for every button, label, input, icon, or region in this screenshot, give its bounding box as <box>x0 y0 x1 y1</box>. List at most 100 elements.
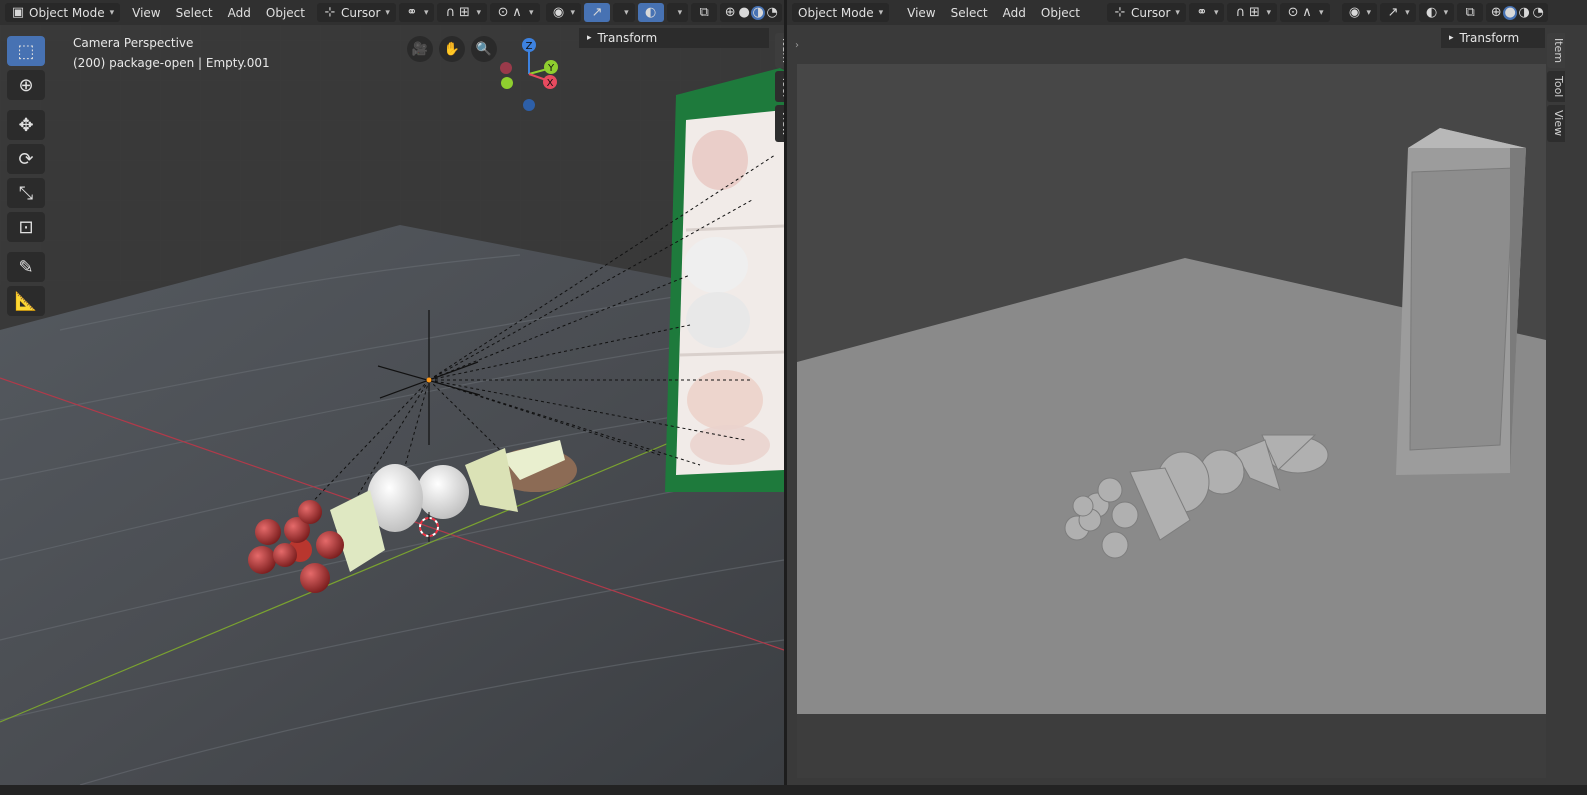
snap-button[interactable]: ∩ ⊞ ▾ <box>1227 3 1278 22</box>
navigation-buttons: 🎥 ✋ 🔍 <box>407 36 497 62</box>
overlay-icon: ◐ <box>1425 4 1438 20</box>
measure-tool[interactable]: 📐 <box>7 286 45 316</box>
shading-mode-group[interactable]: ⊕ ● ◑ ◔ <box>1486 3 1549 22</box>
gizmo-icon: ↗ <box>591 4 603 20</box>
xray-toggle-button[interactable]: ⧉ <box>1457 3 1484 22</box>
rendered-shading-icon[interactable]: ◔ <box>765 5 779 20</box>
wireframe-shading-icon[interactable]: ⊕ <box>1489 5 1503 20</box>
package-box-solid <box>1396 128 1526 475</box>
shading-mode-group[interactable]: ⊕ ● ◑ ◔ <box>720 3 783 22</box>
gizmo-z-label: Z <box>526 41 533 52</box>
overlay-toggle-button[interactable]: ◐ ▾ <box>1418 3 1455 22</box>
pivot-dropdown[interactable]: ⊹ Cursor ▾ <box>316 3 396 22</box>
menu-select[interactable]: Select <box>170 3 219 22</box>
menu-view[interactable]: View <box>126 3 166 22</box>
select-box-tool[interactable]: ⬚ <box>7 36 45 66</box>
status-bar <box>0 785 1587 795</box>
left-viewport-scene <box>0 25 784 785</box>
menu-object[interactable]: Object <box>260 3 311 22</box>
move-tool[interactable]: ✥ <box>7 110 45 140</box>
chevron-down-icon: ▾ <box>1443 7 1449 18</box>
chevron-down-icon: ▾ <box>1266 7 1272 18</box>
xray-toggle-button[interactable]: ⧉ <box>691 3 718 22</box>
proportional-edit-button[interactable]: ⊙ ∧ ▾ <box>1280 3 1330 22</box>
right-npanel-transform-header[interactable]: ▸ Transform <box>1441 28 1545 48</box>
object-mode-dropdown[interactable]: ▣ Object Mode ▾ <box>5 3 121 22</box>
visibility-dropdown[interactable]: ◉ ▾ <box>1341 3 1378 22</box>
object-mode-icon: ▣ <box>11 4 25 20</box>
menu-select[interactable]: Select <box>945 3 994 22</box>
menu-object[interactable]: Object <box>1035 3 1086 22</box>
left-3d-viewport-editor: ▣ Object Mode ▾ View Select Add Object ⊹… <box>0 0 784 785</box>
pivot-label: Cursor <box>340 5 381 20</box>
tab-view[interactable]: View <box>775 105 784 142</box>
right-viewport-scene <box>787 25 1587 785</box>
rendered-shading-icon[interactable]: ◔ <box>1531 5 1545 20</box>
menu-add[interactable]: Add <box>222 3 257 22</box>
active-object-label: (200) package-open | Empty.001 <box>73 56 270 70</box>
magnet-icon: ∩ <box>445 4 456 20</box>
transform-tool[interactable]: ⊡ <box>7 212 45 242</box>
pivot-point-icon: ⊹ <box>1114 4 1126 20</box>
gizmo-neg-z[interactable] <box>523 99 535 111</box>
navigation-gizmo[interactable]: Z Y X <box>494 34 566 114</box>
toolbar-expand-arrow-icon[interactable]: › <box>795 40 799 51</box>
material-preview-shading-icon[interactable]: ◑ <box>751 5 766 20</box>
wireframe-shading-icon[interactable]: ⊕ <box>723 5 737 20</box>
rotate-icon: ⟳ <box>18 148 34 170</box>
left-sidebar-tabs: Item Tool View <box>775 33 784 142</box>
solid-shading-icon[interactable]: ● <box>737 5 751 20</box>
magnet-icon: ∩ <box>1235 4 1246 20</box>
gizmo-toggle-button[interactable]: ↗ <box>584 3 611 22</box>
menu-view[interactable]: View <box>901 3 941 22</box>
transform-orientation-button[interactable]: ⚭ ▾ <box>1188 3 1225 22</box>
pivot-point-icon: ⊹ <box>324 4 336 20</box>
pivot-dropdown[interactable]: ⊹ Cursor ▾ <box>1106 3 1186 22</box>
gizmo-neg-y[interactable] <box>501 77 513 89</box>
tab-tool[interactable]: Tool <box>775 71 784 103</box>
material-preview-shading-icon[interactable]: ◑ <box>1517 5 1531 20</box>
pivot-label: Cursor <box>1130 5 1171 20</box>
gizmo-neg-x[interactable] <box>500 62 512 74</box>
xray-icon: ⧉ <box>1465 4 1475 20</box>
transform-icon: ⊡ <box>18 216 34 238</box>
tab-tool[interactable]: Tool <box>1547 71 1565 103</box>
left-viewport-canvas[interactable] <box>0 25 784 785</box>
chevron-down-icon: ▾ <box>570 7 576 18</box>
cursor-tool[interactable]: ⊕ <box>7 70 45 100</box>
object-mode-dropdown[interactable]: Object Mode ▾ <box>792 3 890 22</box>
right-viewport-canvas[interactable] <box>787 25 1587 785</box>
left-viewport-header: ▣ Object Mode ▾ View Select Add Object ⊹… <box>0 0 784 25</box>
annotate-icon: ✎ <box>18 256 34 278</box>
measure-icon: 📐 <box>14 290 38 312</box>
camera-view-icon: 🎥 <box>411 41 429 57</box>
transform-orientation-button[interactable]: ⚭ ▾ <box>398 3 435 22</box>
camera-view-button[interactable]: 🎥 <box>407 36 433 62</box>
right-viewport-header: Object Mode ▾ View Select Add Object ⊹ C… <box>787 0 1587 25</box>
object-mode-label: Object Mode <box>798 5 874 20</box>
zoom-icon: 🔍 <box>475 41 493 57</box>
chevron-down-icon: ▾ <box>624 7 629 18</box>
pan-view-button[interactable]: ✋ <box>439 36 465 62</box>
collapse-triangle-icon: ▸ <box>587 33 592 43</box>
annotate-tool[interactable]: ✎ <box>7 252 45 282</box>
snap-button[interactable]: ∩ ⊞ ▾ <box>437 3 488 22</box>
xray-icon: ⧉ <box>699 4 709 20</box>
falloff-curve-icon: ∧ <box>1302 4 1312 20</box>
proportional-edit-button[interactable]: ⊙ ∧ ▾ <box>490 3 540 22</box>
tab-item[interactable]: Item <box>775 33 784 69</box>
left-tool-shelf: ⬚ ⊕ ✥ ⟳ ⤡ ⊡ ✎ 📐 <box>7 36 45 316</box>
gizmo-dropdown[interactable]: ▾ <box>613 3 635 22</box>
visibility-dropdown[interactable]: ◉ ▾ <box>545 3 582 22</box>
overlay-dropdown[interactable]: ▾ <box>666 3 689 22</box>
solid-shading-icon[interactable]: ● <box>1503 5 1518 20</box>
gizmo-toggle-button[interactable]: ↗ ▾ <box>1380 3 1416 22</box>
tab-view[interactable]: View <box>1547 105 1565 142</box>
rotate-tool[interactable]: ⟳ <box>7 144 45 174</box>
overlay-toggle-button[interactable]: ◐ <box>637 3 664 22</box>
tab-item[interactable]: Item <box>1547 33 1565 69</box>
scale-tool[interactable]: ⤡ <box>7 178 45 208</box>
link-icon: ⚭ <box>406 4 418 20</box>
left-npanel-transform-header[interactable]: ▸ Transform <box>579 28 769 48</box>
menu-add[interactable]: Add <box>997 3 1032 22</box>
